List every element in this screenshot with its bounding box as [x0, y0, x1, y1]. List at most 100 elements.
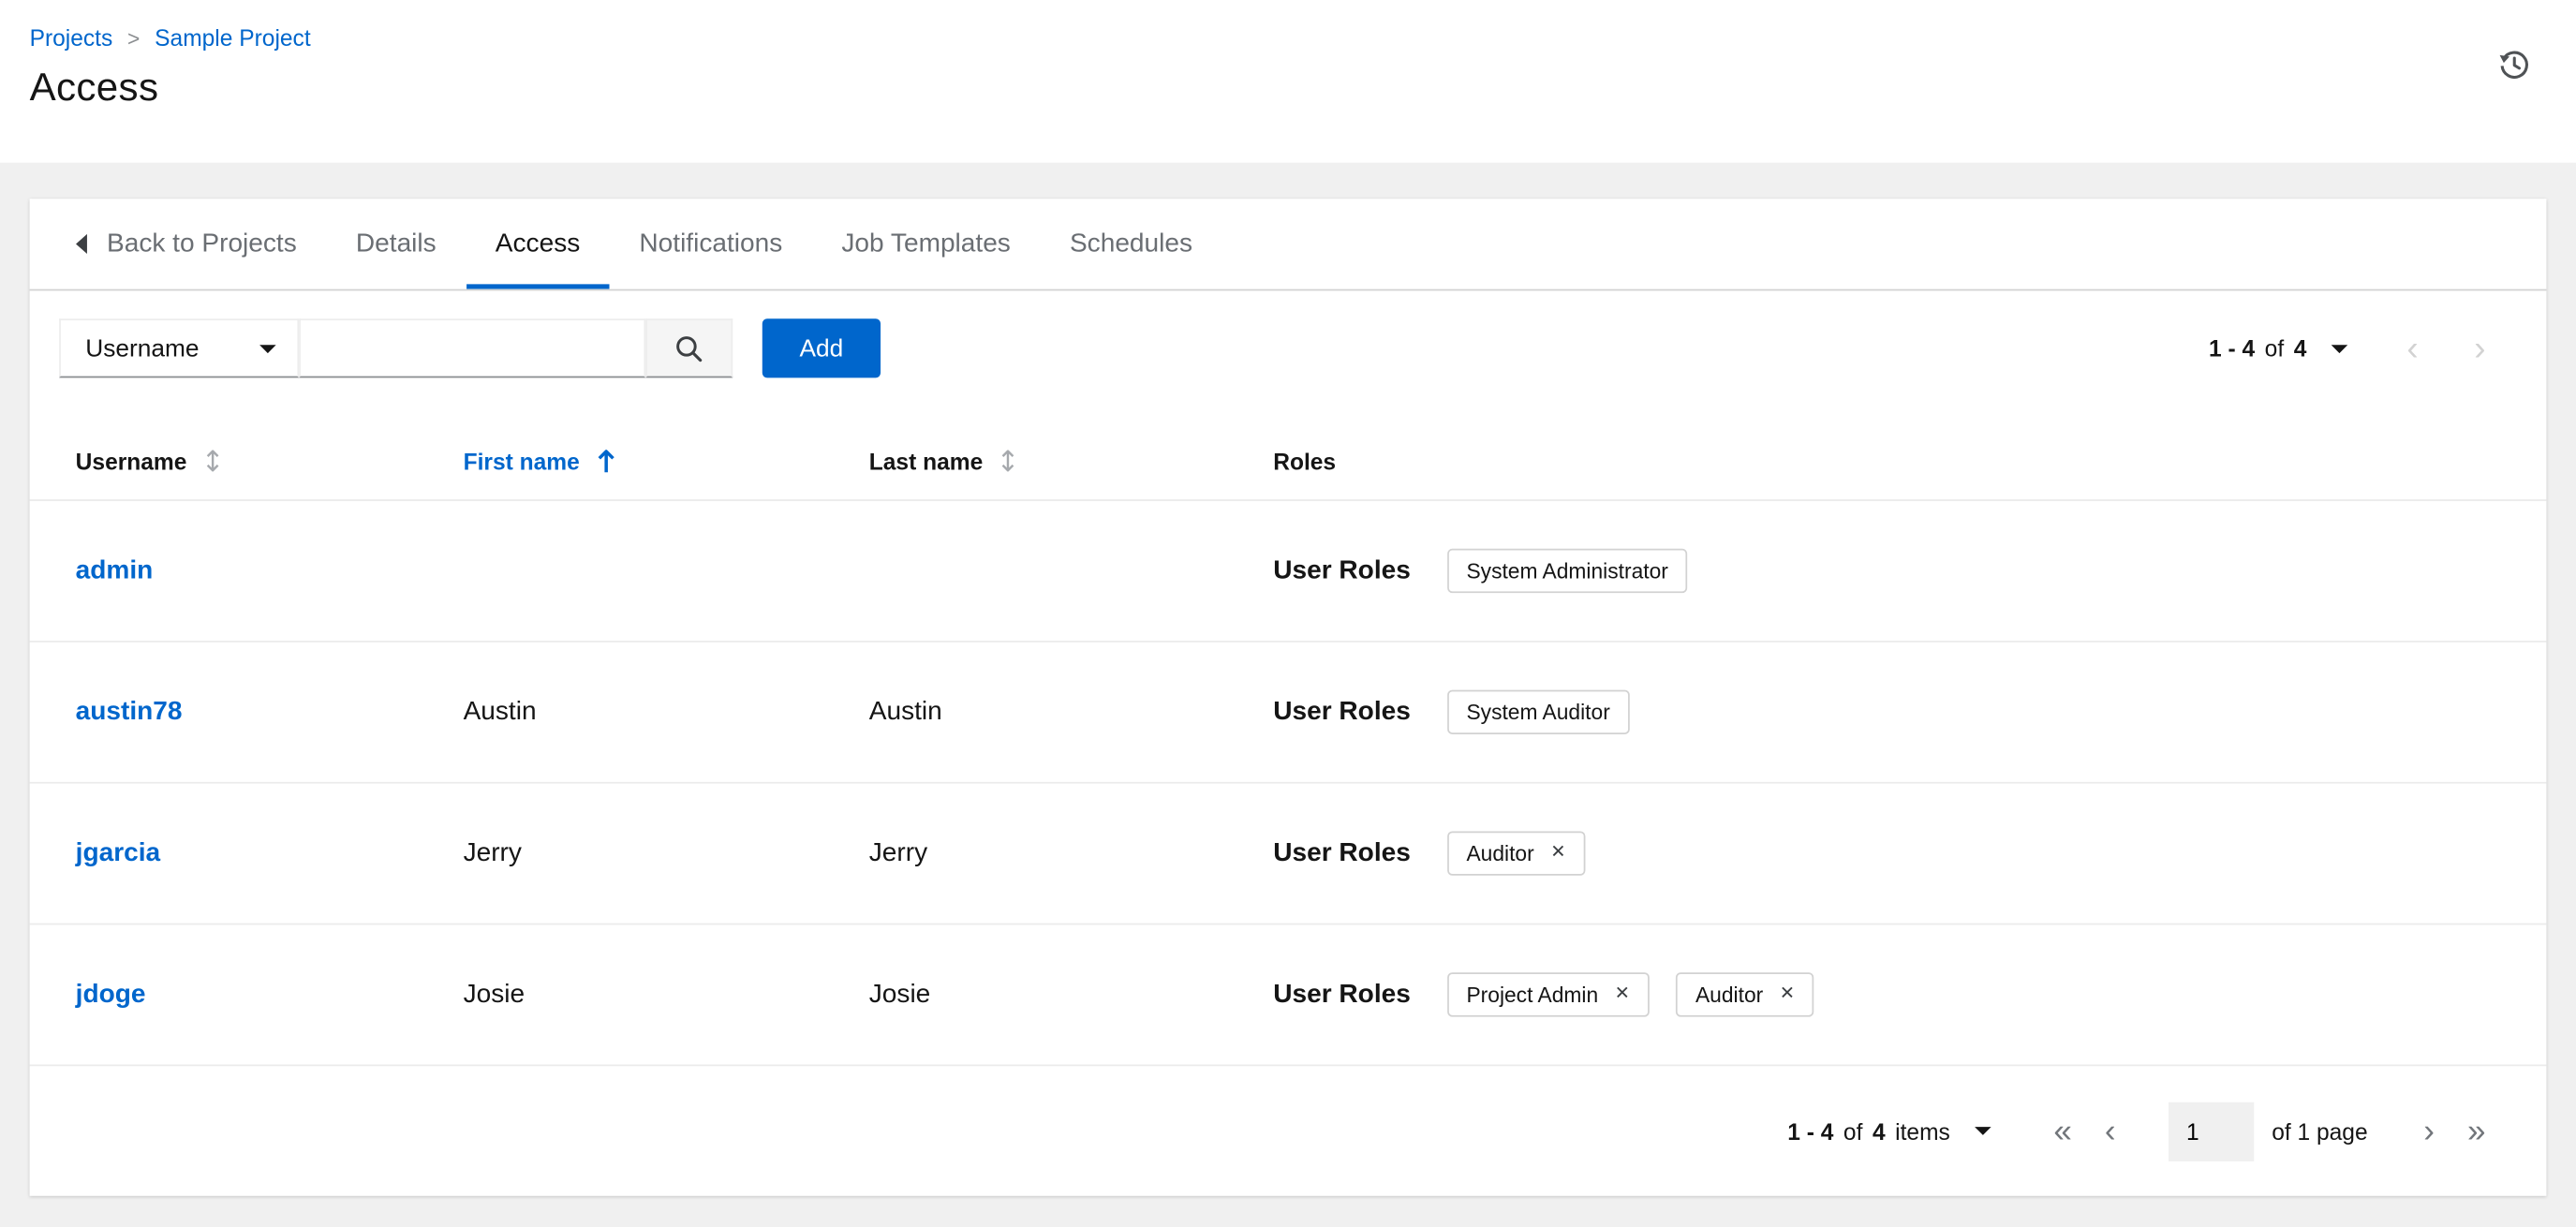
role-chip-label: Project Admin: [1466, 982, 1599, 1008]
pagination-of-label: of: [2264, 334, 2285, 362]
roles-cell: User Roles Project Admin ✕ Auditor ✕: [1273, 972, 2500, 1017]
angle-right-icon: ›: [2423, 1113, 2435, 1149]
column-label: Last name: [868, 447, 984, 474]
table-row: jdoge Josie Josie User Roles Project Adm…: [29, 924, 2547, 1067]
breadcrumb-projects-link[interactable]: Projects: [30, 24, 113, 51]
first-name-cell: Jerry: [463, 838, 522, 867]
sort-ascending-icon[interactable]: [596, 448, 615, 474]
next-page-button[interactable]: ›: [2407, 1115, 2451, 1147]
pagination-of-label: of: [1843, 1117, 1863, 1145]
pagination-total: 4: [1872, 1117, 1886, 1145]
user-roles-label: User Roles: [1273, 980, 1411, 1008]
user-roles-label: User Roles: [1273, 697, 1411, 726]
filter-key-dropdown[interactable]: Username: [59, 318, 300, 378]
footer-page-nav: « ‹ of 1 page › »: [2037, 1101, 2502, 1161]
pagination-range: 1 - 4: [1787, 1117, 1834, 1145]
username-link[interactable]: admin: [76, 556, 154, 584]
role-chip-list: System Auditor: [1446, 689, 1630, 734]
search-input[interactable]: [299, 318, 646, 378]
access-page: Projects > Sample Project Access Back to…: [0, 0, 2576, 1227]
footer-pagination-dropdown[interactable]: 1 - 4 of 4 items: [1787, 1117, 1991, 1145]
role-chip-list: Auditor ✕: [1446, 831, 1586, 876]
angle-right-icon: ›: [2474, 329, 2486, 367]
history-button[interactable]: [2494, 44, 2535, 85]
column-label: First name: [463, 447, 580, 474]
last-page-button[interactable]: »: [2450, 1115, 2502, 1147]
column-header-last-name[interactable]: Last name: [869, 448, 1273, 474]
previous-page-button[interactable]: ‹: [2391, 331, 2435, 365]
tab-bar: Back to Projects Details Access Notifica…: [29, 199, 2547, 291]
pagination-summary-dropdown[interactable]: 1 - 4 of 4: [2209, 334, 2348, 362]
tab-schedules[interactable]: Schedules: [1040, 199, 1221, 288]
last-name-cell: Jerry: [868, 838, 928, 867]
first-name-cell: Josie: [463, 980, 526, 1008]
tab-notifications[interactable]: Notifications: [610, 199, 812, 288]
role-chip-label: System Auditor: [1466, 700, 1610, 725]
sort-both-icon[interactable]: [203, 449, 221, 473]
access-card: Back to Projects Details Access Notifica…: [29, 199, 2547, 1196]
column-header-username[interactable]: Username: [76, 448, 464, 474]
table-header-row: Username First name Last name Roles: [29, 422, 2547, 501]
tab-details[interactable]: Details: [326, 199, 466, 288]
first-page-button[interactable]: «: [2037, 1115, 2089, 1147]
search-icon: [676, 335, 703, 362]
tab-label: Access: [495, 229, 581, 258]
add-button[interactable]: Add: [762, 318, 881, 378]
tab-label: Details: [355, 229, 437, 258]
role-chip: System Auditor: [1446, 689, 1630, 734]
pagination-total: 4: [2293, 334, 2307, 362]
previous-page-button[interactable]: ‹: [2088, 1115, 2132, 1147]
current-page-input[interactable]: [2168, 1101, 2254, 1161]
column-header-first-name[interactable]: First name: [464, 448, 869, 474]
table-row: austin78 Austin Austin User Roles System…: [29, 643, 2547, 784]
remove-role-button[interactable]: ✕: [1615, 984, 1630, 1003]
roles-cell: User Roles System Auditor: [1273, 689, 2500, 734]
role-chip: System Administrator: [1446, 548, 1688, 594]
role-chip-label: Auditor: [1695, 982, 1764, 1008]
angle-double-right-icon: »: [2467, 1113, 2486, 1149]
column-header-roles: Roles: [1273, 448, 2500, 474]
page-body: Back to Projects Details Access Notifica…: [0, 162, 2576, 1227]
role-chip: Auditor ✕: [1446, 831, 1586, 876]
page-title: Access: [29, 66, 159, 111]
pagination-items-label: items: [1895, 1117, 1950, 1145]
toolbar-pagination: 1 - 4 of 4 ‹ ›: [2209, 331, 2502, 365]
next-page-button[interactable]: ›: [2458, 331, 2502, 365]
tab-label: Back to Projects: [106, 229, 297, 258]
role-chip-label: System Administrator: [1466, 558, 1668, 584]
username-cell: admin: [76, 556, 464, 586]
username-link[interactable]: jgarcia: [76, 838, 160, 866]
column-label: Roles: [1273, 447, 1337, 474]
role-chip: Project Admin ✕: [1446, 972, 1650, 1017]
breadcrumb-sample-project-link[interactable]: Sample Project: [155, 24, 311, 51]
first-name-cell: Austin: [463, 697, 537, 726]
search-button[interactable]: [645, 318, 733, 378]
table-footer: 1 - 4 of 4 items « ‹ of 1 page › »: [30, 1066, 2547, 1196]
angle-left-icon: ‹: [2104, 1113, 2116, 1149]
caret-down-icon: [1975, 1127, 1991, 1135]
toolbar: Username Add 1 - 4 of 4 ‹ ›: [30, 290, 2547, 421]
tab-back-to-projects[interactable]: Back to Projects: [44, 199, 326, 288]
caret-down-icon: [2331, 344, 2348, 353]
role-chip-list: System Administrator: [1446, 548, 1688, 594]
tab-job-templates[interactable]: Job Templates: [812, 199, 1041, 288]
angle-double-left-icon: «: [2053, 1113, 2072, 1149]
username-link[interactable]: austin78: [76, 698, 183, 726]
username-link[interactable]: jdoge: [76, 980, 146, 1008]
user-roles-label: User Roles: [1273, 555, 1411, 584]
history-icon: [2499, 51, 2528, 79]
last-name-cell: Austin: [868, 697, 942, 726]
caret-left-icon: [74, 233, 89, 255]
filter-key-value: Username: [85, 333, 200, 362]
remove-role-button[interactable]: ✕: [1550, 844, 1565, 862]
table-body: admin User Roles System Administrator au…: [29, 501, 2547, 1067]
page-count-label: of 1 page: [2272, 1117, 2368, 1145]
tab-label: Job Templates: [841, 229, 1011, 258]
table-row: jgarcia Jerry Jerry User Roles Auditor ✕: [29, 784, 2547, 925]
user-roles-label: User Roles: [1273, 838, 1411, 867]
remove-role-button[interactable]: ✕: [1780, 984, 1795, 1003]
caret-down-icon: [259, 344, 276, 353]
angle-left-icon: ‹: [2406, 329, 2419, 367]
sort-both-icon[interactable]: [999, 449, 1017, 473]
tab-access[interactable]: Access: [466, 199, 610, 288]
